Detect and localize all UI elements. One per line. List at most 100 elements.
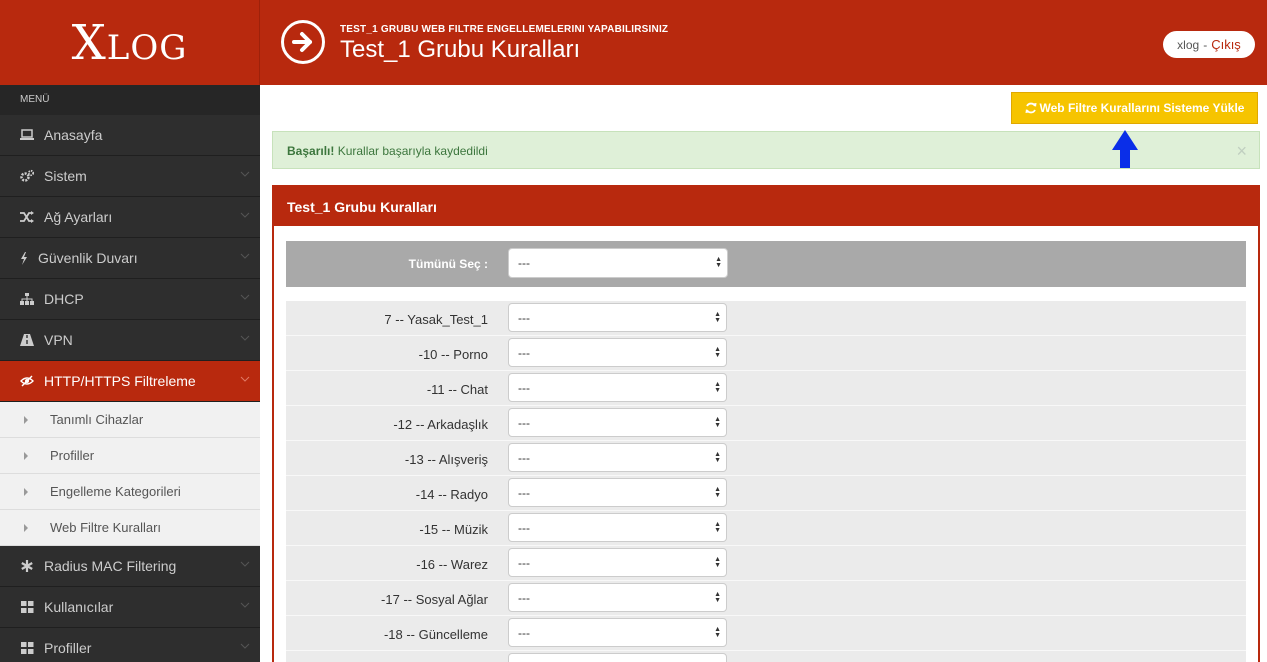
sidebar-subitem-web-filtre-kurallari[interactable]: Web Filtre Kuralları	[0, 510, 260, 546]
sidebar-item-anasayfa[interactable]: Anasayfa	[0, 115, 260, 156]
chevron-down-icon	[240, 212, 250, 218]
chevron-down-icon	[240, 376, 250, 382]
chevron-down-icon	[240, 643, 250, 649]
sitemap-icon	[20, 292, 34, 306]
rule-label: -12 -- Arkadaşlık	[393, 417, 488, 432]
sidebar-subitem-tanimli-cihazlar[interactable]: Tanımlı Cihazlar	[0, 402, 260, 438]
random-icon	[20, 210, 34, 224]
select-arrows-icon: ▲ ▼	[715, 256, 722, 269]
menu-heading: MENÜ	[0, 85, 260, 115]
select-arrows-icon: ▲ ▼	[714, 345, 721, 359]
asterisk-icon	[20, 559, 34, 573]
panel-title: Test_1 Grubu Kuralları	[274, 187, 1258, 226]
rule-select[interactable]: --- ▲ ▼	[508, 583, 727, 612]
sidebar-item-label: Radius MAC Filtering	[44, 558, 177, 574]
sidebar-item-sistem[interactable]: Sistem	[0, 156, 260, 197]
sidebar-item-profiller[interactable]: Profiller	[0, 628, 260, 662]
close-icon[interactable]: ×	[1236, 141, 1247, 162]
sidebar: MENÜ Anasayfa Sistem Ağ Ayarları Güvenli…	[0, 85, 260, 662]
cogs-icon	[20, 169, 34, 183]
sidebar-item-label: VPN	[44, 332, 73, 348]
sidebar-item-label: Anasayfa	[44, 127, 103, 143]
rule-row: -10 -- Porno --- ▲ ▼	[286, 336, 1246, 371]
rule-select[interactable]: --- ▲ ▼	[508, 443, 727, 472]
sidebar-subitem-label: Profiller	[50, 448, 95, 463]
rule-row: -16 -- Warez --- ▲ ▼	[286, 546, 1246, 581]
rules-panel: Test_1 Grubu Kuralları Tümünü Seç : --- …	[272, 185, 1260, 662]
sidebar-item-label: HTTP/HTTPS Filtreleme	[44, 373, 196, 389]
sidebar-item-ag-ayarlari[interactable]: Ağ Ayarları	[0, 197, 260, 238]
page-title: Test_1 Grubu Kuralları	[340, 36, 581, 63]
road-icon	[20, 333, 34, 347]
chevron-down-icon	[240, 335, 250, 341]
rule-select[interactable]: --- ▲ ▼	[508, 618, 727, 647]
eye-slash-icon	[20, 374, 34, 388]
sidebar-subitem-label: Tanımlı Cihazlar	[50, 412, 144, 427]
rules-list: 7 -- Yasak_Test_1 --- ▲ ▼ -10 -- Porno ---…	[286, 301, 1246, 662]
caret-right-icon	[24, 523, 28, 532]
select-all-label: Tümünü Seç :	[408, 257, 488, 271]
sidebar-subitem-label: Web Filtre Kuralları	[50, 520, 162, 535]
rule-select[interactable]: --- ▲ ▼	[508, 408, 727, 437]
rule-label: -18 -- Güncelleme	[383, 627, 488, 642]
alert-message: Kurallar başarıyla kaydedildi	[334, 144, 488, 158]
sidebar-item-vpn[interactable]: VPN	[0, 320, 260, 361]
sidebar-item-label: Ağ Ayarları	[44, 209, 113, 225]
th-large-icon	[20, 600, 34, 614]
rule-row: 7 -- Yasak_Test_1 --- ▲ ▼	[286, 301, 1246, 336]
select-arrows-icon: ▲ ▼	[714, 625, 721, 639]
rule-select[interactable]: --- ▲ ▼	[508, 478, 727, 507]
load-rules-button[interactable]: Web Filtre Kurallarını Sisteme Yükle	[1011, 92, 1258, 124]
sidebar-item-http-filtreleme[interactable]: HTTP/HTTPS Filtreleme	[0, 361, 260, 402]
sidebar-item-radius-mac[interactable]: Radius MAC Filtering	[0, 546, 260, 587]
logo-area[interactable]: XLOG	[0, 0, 260, 85]
rule-label: -13 -- Alışveriş	[404, 452, 488, 467]
sidebar-item-kullanicilar[interactable]: Kullanıcılar	[0, 587, 260, 628]
sidebar-item-label: Sistem	[44, 168, 87, 184]
rule-select[interactable]: --- ▲ ▼	[508, 303, 727, 332]
rule-select[interactable]	[508, 653, 727, 662]
rule-row: -11 -- Chat --- ▲ ▼	[286, 371, 1246, 406]
user-menu: xlog - Çıkış	[1163, 31, 1255, 58]
chevron-down-icon	[240, 294, 250, 300]
select-arrows-icon: ▲ ▼	[714, 590, 721, 604]
caret-right-icon	[24, 415, 28, 424]
bolt-icon	[20, 251, 28, 265]
chevron-down-icon	[240, 561, 250, 567]
select-all-dropdown[interactable]: --- ▲ ▼	[508, 248, 728, 278]
logout-link[interactable]: Çıkış	[1211, 37, 1241, 52]
arrow-up-icon	[1112, 130, 1138, 168]
rule-select[interactable]: --- ▲ ▼	[508, 513, 727, 542]
rule-select[interactable]: --- ▲ ▼	[508, 548, 727, 577]
load-rules-label: Web Filtre Kurallarını Sisteme Yükle	[1039, 101, 1245, 115]
rule-row	[286, 651, 1246, 662]
rule-row: -12 -- Arkadaşlık --- ▲ ▼	[286, 406, 1246, 441]
rule-select[interactable]: --- ▲ ▼	[508, 338, 727, 367]
sidebar-item-label: Profiller	[44, 640, 92, 656]
chevron-down-icon	[240, 253, 250, 259]
select-value: ---	[518, 256, 530, 270]
caret-right-icon	[24, 451, 28, 460]
rule-row: -13 -- Alışveriş --- ▲ ▼	[286, 441, 1246, 476]
sidebar-item-label: Güvenlik Duvarı	[38, 250, 138, 266]
username: xlog	[1177, 37, 1200, 52]
sidebar-item-label: DHCP	[44, 291, 84, 307]
caret-right-icon	[24, 487, 28, 496]
sidebar-item-guvenlik-duvari[interactable]: Güvenlik Duvarı	[0, 238, 260, 279]
chevron-down-icon	[240, 171, 250, 177]
user-separator: -	[1203, 37, 1208, 52]
page-subtitle: TEST_1 GRUBU WEB FILTRE ENGELLEMELERINI …	[340, 24, 669, 35]
logo[interactable]: XLOG	[72, 15, 188, 71]
rule-label: 7 -- Yasak_Test_1	[384, 312, 488, 327]
sidebar-subitem-engelleme-kategorileri[interactable]: Engelleme Kategorileri	[0, 474, 260, 510]
rule-row: -17 -- Sosyal Ağlar --- ▲ ▼	[286, 581, 1246, 616]
rule-row: -15 -- Müzik --- ▲ ▼	[286, 511, 1246, 546]
sidebar-item-dhcp[interactable]: DHCP	[0, 279, 260, 320]
rule-label: -10 -- Porno	[418, 347, 488, 362]
select-arrows-icon: ▲ ▼	[714, 485, 721, 499]
sidebar-subitem-profiller[interactable]: Profiller	[0, 438, 260, 474]
rule-label: -14 -- Radyo	[415, 487, 488, 502]
select-arrows-icon: ▲ ▼	[714, 450, 721, 464]
rule-select[interactable]: --- ▲ ▼	[508, 373, 727, 402]
th-large-icon	[20, 641, 34, 655]
